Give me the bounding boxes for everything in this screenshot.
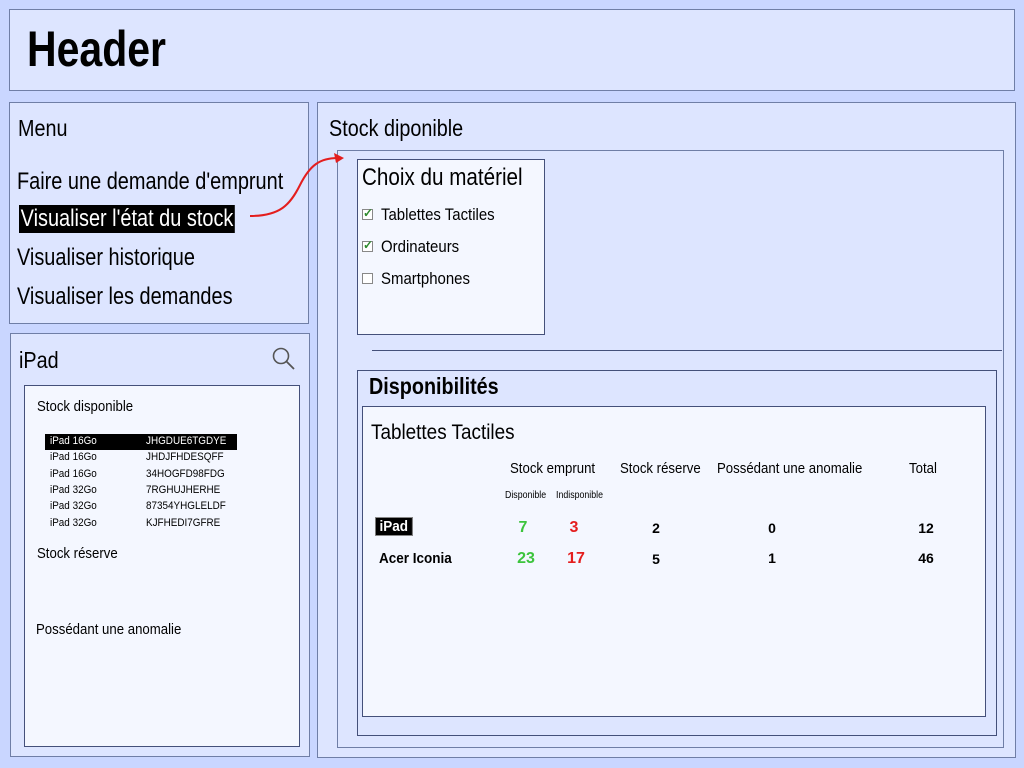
checkbox[interactable] <box>362 273 373 284</box>
stock-item-serial: 87354YHGLELDF <box>146 500 226 512</box>
category-title: Tablettes Tactiles <box>371 421 515 444</box>
stock-disponible-label: Stock disponible <box>37 398 134 415</box>
header-disponible: Disponible <box>505 490 547 501</box>
category-table-box: Tablettes Tactiles Stock emprunt Stock r… <box>362 406 986 717</box>
stock-list-item[interactable]: iPad 32Go 7RGHUJHERHE <box>45 483 237 499</box>
menu-item-visualiser-historique[interactable]: Visualiser historique <box>17 244 195 272</box>
check-icon: ✓ <box>363 206 374 220</box>
anomalie-label: Possédant une anomalie <box>36 621 182 638</box>
cell-anomalie: 0 <box>768 520 776 536</box>
search-panel-title: iPad <box>19 347 59 373</box>
stock-item-model: iPad 16Go <box>50 435 97 447</box>
cell-indisponible: 17 <box>567 550 585 567</box>
main-panel: Stock diponible Choix du matériel ✓ Tabl… <box>317 102 1016 758</box>
header-title: Header <box>27 21 167 77</box>
annotation-arrow <box>249 153 344 217</box>
menu-title: Menu <box>18 115 68 141</box>
cell-anomalie: 1 <box>768 550 776 566</box>
menu-item-visualiser-stock[interactable]: Visualiser l'état du stock <box>19 205 236 233</box>
header-indisponible: Indisponible <box>556 490 603 501</box>
stock-item-serial: JHDJFHDESQFF <box>146 451 224 463</box>
stock-item-serial: JHGDUE6TGDYE <box>146 435 227 447</box>
header-bar: Header <box>9 9 1015 91</box>
header-stock-emprunt: Stock emprunt <box>510 460 596 477</box>
search-icon[interactable] <box>272 347 296 371</box>
stock-item-model: iPad 16Go <box>50 468 97 480</box>
cell-reserve: 2 <box>652 520 660 536</box>
disponibilites-title: Disponibilités <box>369 373 499 399</box>
check-icon: ✓ <box>363 238 374 252</box>
stock-list-item[interactable]: iPad 32Go KJFHEDI7GFRE <box>45 516 237 532</box>
header-stock-reserve: Stock réserve <box>620 460 701 477</box>
cell-reserve: 5 <box>652 551 660 567</box>
stock-item-model: iPad 32Go <box>50 484 97 496</box>
materiel-choice-box: Choix du matériel ✓ Tablettes Tactiles ✓… <box>357 159 545 335</box>
header-total: Total <box>909 460 937 477</box>
stock-list-item[interactable]: iPad 16Go 34HOGFD98FDG <box>45 467 237 483</box>
option-label: Tablettes Tactiles <box>381 205 495 224</box>
cell-total: 46 <box>918 550 934 566</box>
cell-total: 12 <box>918 520 934 536</box>
checkbox[interactable]: ✓ <box>362 238 374 252</box>
menu-item-visualiser-demandes[interactable]: Visualiser les demandes <box>17 283 233 311</box>
stock-reserve-label: Stock réserve <box>37 545 118 562</box>
stock-item-serial: 7RGHUJHERHE <box>146 484 221 496</box>
cell-disponible: 23 <box>517 550 535 567</box>
stock-list-item[interactable]: iPad 16Go JHGDUE6TGDYE <box>45 434 237 450</box>
stock-list-item[interactable]: iPad 16Go JHDJFHDESQFF <box>45 450 237 466</box>
header-anomalie: Possédant une anomalie <box>717 460 863 477</box>
disponibilites-box: Disponibilités Tablettes Tactiles Stock … <box>357 370 997 736</box>
option-label: Smartphones <box>381 269 470 288</box>
stock-item-model: iPad 32Go <box>50 500 97 512</box>
cell-indisponible: 3 <box>569 519 579 536</box>
main-content: Choix du matériel ✓ Tablettes Tactiles ✓… <box>337 150 1004 748</box>
row-name-acer-iconia[interactable]: Acer Iconia <box>379 550 452 567</box>
stock-list-box: Stock disponible iPad 16Go JHGDUE6TGDYE … <box>24 385 300 747</box>
stock-item-model: iPad 16Go <box>50 451 97 463</box>
stock-item-model: iPad 32Go <box>50 517 97 529</box>
section-divider <box>372 350 1002 351</box>
checkbox[interactable]: ✓ <box>362 206 374 220</box>
option-label: Ordinateurs <box>381 237 460 256</box>
main-title: Stock diponible <box>329 115 464 141</box>
stock-item-serial: KJFHEDI7GFRE <box>146 517 221 529</box>
search-panel: iPad Stock disponible iPad 16Go JHGDUE6T… <box>10 333 310 757</box>
stock-list-item[interactable]: iPad 32Go 87354YHGLELDF <box>45 499 237 515</box>
cell-disponible: 7 <box>518 519 528 536</box>
row-name-ipad[interactable]: iPad <box>375 517 413 536</box>
materiel-choice-title: Choix du matériel <box>362 164 523 191</box>
stock-item-serial: 34HOGFD98FDG <box>146 468 225 480</box>
